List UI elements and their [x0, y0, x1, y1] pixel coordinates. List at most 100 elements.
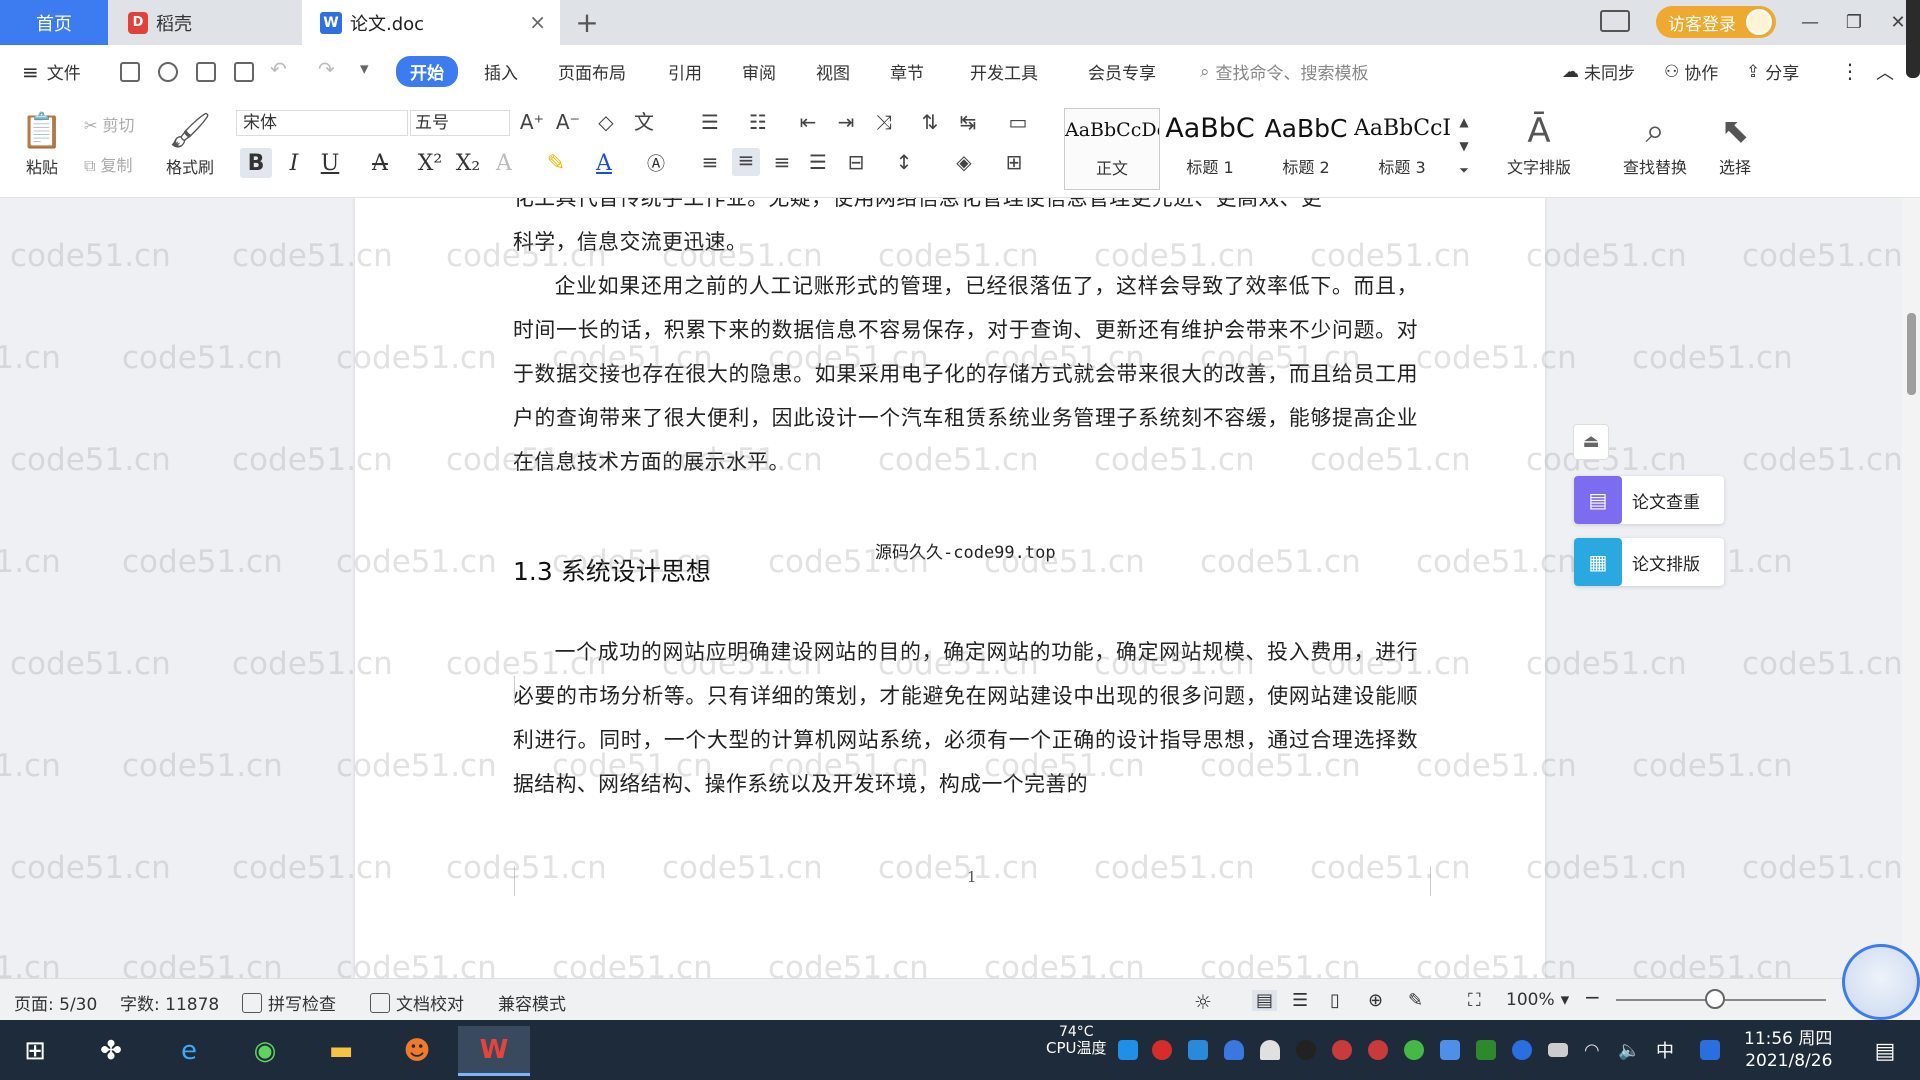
minimize-icon[interactable]: —	[1788, 12, 1832, 33]
tray-app-icon[interactable]	[1118, 1040, 1138, 1060]
thesis-check-button[interactable]: ▤ 论文查重	[1574, 476, 1724, 524]
text-effect-icon[interactable]: A	[488, 148, 520, 178]
cut-button[interactable]: ✂ 剪切	[84, 112, 135, 136]
tray-app-icon[interactable]	[1332, 1040, 1352, 1060]
fit-page-icon[interactable]: ⛶	[1468, 990, 1481, 1011]
shield-icon[interactable]	[1224, 1040, 1244, 1060]
menu-home[interactable]: 开始	[396, 56, 458, 87]
menu-page-layout[interactable]: 页面布局	[558, 59, 626, 84]
thesis-layout-button[interactable]: ▦ 论文排版	[1574, 538, 1724, 586]
style-heading-2[interactable]: AaBbC 标题 2	[1258, 108, 1354, 190]
tray-app-icon[interactable]	[1440, 1040, 1460, 1060]
fan-app-icon[interactable]: ✤	[86, 1026, 136, 1076]
restore-icon[interactable]: ❐	[1832, 12, 1876, 33]
pinyin-icon[interactable]: 文	[630, 110, 658, 134]
zoom-out-icon[interactable]: −	[1584, 985, 1601, 1009]
save-icon[interactable]	[120, 62, 140, 82]
bluetooth-icon[interactable]	[1512, 1040, 1532, 1060]
sync-button[interactable]: ☁ 未同步	[1562, 59, 1635, 85]
numbered-list-icon[interactable]: ☷	[744, 110, 772, 134]
distributed-icon[interactable]: ⊟	[842, 150, 870, 174]
format-painter-button[interactable]: 🖌 格式刷	[162, 108, 218, 178]
undo-icon[interactable]: ↶	[270, 57, 287, 81]
menu-references[interactable]: 引用	[668, 59, 702, 84]
print-preview-icon[interactable]	[234, 62, 254, 82]
page-view-icon[interactable]: ▤	[1252, 990, 1278, 1011]
word-count[interactable]: 字数: 11878	[120, 990, 219, 1015]
line-spacing-icon[interactable]: ↕	[890, 150, 918, 174]
tray-app-icon[interactable]	[1152, 1040, 1172, 1060]
redo-icon[interactable]: ↷	[318, 57, 335, 81]
find-replace-button[interactable]: ⌕ 查找替换	[1610, 108, 1700, 178]
italic-icon[interactable]: I	[278, 148, 310, 178]
tray-app-icon[interactable]	[1404, 1040, 1424, 1060]
superscript-icon[interactable]: X²	[414, 148, 446, 178]
increase-indent-icon[interactable]: ⇥	[832, 110, 860, 134]
styles-expand-icon[interactable]: ⏷	[1450, 158, 1478, 182]
outline-view-icon[interactable]: ☰	[1292, 990, 1308, 1011]
menu-review[interactable]: 审阅	[742, 59, 776, 84]
font-color-icon[interactable]: A	[588, 148, 620, 178]
text-direction-icon[interactable]: ⤨	[870, 110, 898, 134]
ruler-icon[interactable]: ▭	[1004, 110, 1032, 134]
wifi-icon[interactable]: ◠	[1584, 1040, 1604, 1061]
align-left-icon[interactable]: ≡	[696, 150, 724, 174]
font-size-select[interactable]: 五号	[410, 110, 510, 136]
file-explorer-icon[interactable]: ▬	[316, 1026, 366, 1076]
menu-member[interactable]: 会员专享	[1088, 59, 1156, 84]
bullet-list-icon[interactable]: ☰	[696, 110, 724, 134]
font-family-select[interactable]: 宋体	[236, 110, 408, 136]
input-method-indicator[interactable]: 中	[1656, 1037, 1676, 1062]
assistant-robot-icon[interactable]	[1842, 944, 1920, 1020]
align-right-icon[interactable]: ≡	[768, 150, 796, 174]
styles-scroll-down-icon[interactable]: ▼	[1450, 134, 1478, 158]
bell-icon[interactable]	[1260, 1040, 1280, 1060]
document-page[interactable]: 化工具代替传统手工作业。无疑，使用网络信息化管理使信息管理更先进、更高效、更 科…	[355, 198, 1545, 978]
tab-daoke[interactable]: D 稻壳	[110, 0, 302, 45]
vertical-scrollbar[interactable]	[1902, 198, 1920, 978]
volume-icon[interactable]: 🔈	[1618, 1040, 1640, 1061]
strikethrough-icon[interactable]: A	[364, 148, 396, 178]
eye-protect-icon[interactable]: ☼	[1194, 990, 1212, 1014]
system-clock[interactable]: 11:56 周四 2021/8/26	[1744, 1028, 1832, 1072]
decrease-font-icon[interactable]: A⁻	[554, 110, 582, 134]
doc-proof-button[interactable]: 文档校对	[370, 990, 464, 1015]
copy-button[interactable]: ⧉ 复制	[84, 152, 133, 176]
char-border-icon[interactable]: Ⓐ	[640, 148, 672, 178]
file-menu[interactable]: ≡ 文件	[22, 59, 81, 85]
print-icon[interactable]	[196, 62, 216, 82]
menu-view[interactable]: 视图	[816, 59, 850, 84]
select-button[interactable]: ⬉ 选择	[1710, 108, 1760, 178]
new-tab-icon[interactable]: +	[572, 6, 602, 39]
style-heading-1[interactable]: AaBbC 标题 1	[1160, 108, 1260, 190]
text-layout-button[interactable]: Ā 文字排版	[1494, 108, 1584, 178]
style-normal[interactable]: AaBbCcDd 正文	[1064, 108, 1160, 190]
page-indicator[interactable]: 页面: 5/30	[14, 990, 97, 1015]
spell-check-button[interactable]: 拼写检查	[242, 990, 336, 1015]
visitor-login-button[interactable]: 访客登录	[1656, 6, 1776, 38]
sort-icon[interactable]: ⇅	[916, 110, 944, 134]
collapse-ribbon-icon[interactable]: ︿	[1876, 59, 1894, 85]
tray-app-icon[interactable]	[1368, 1040, 1388, 1060]
qq-browser-tray-icon[interactable]	[1700, 1040, 1720, 1060]
wps-writer-icon[interactable]: W	[458, 1026, 530, 1076]
menu-developer[interactable]: 开发工具	[970, 59, 1038, 84]
subscript-icon[interactable]: X₂	[452, 148, 484, 178]
player-app-icon[interactable]: ☻	[392, 1026, 442, 1076]
quick-access-dropdown-icon[interactable]: ▾	[360, 59, 369, 79]
justify-icon[interactable]: ☰	[804, 150, 832, 174]
tab-document[interactable]: W 论文.doc ×	[302, 0, 560, 45]
clear-format-icon[interactable]: ◇	[592, 110, 620, 134]
tray-app-icon[interactable]	[1188, 1040, 1208, 1060]
zoom-slider-knob[interactable]	[1705, 989, 1725, 1009]
borders-icon[interactable]: ⊞	[1000, 150, 1028, 174]
battery-icon[interactable]	[1548, 1043, 1568, 1057]
ie-browser-icon[interactable]: e	[164, 1026, 214, 1076]
window-layout-icon[interactable]	[1600, 10, 1630, 32]
align-center-icon[interactable]: ≡	[732, 148, 760, 176]
nvidia-icon[interactable]	[1476, 1040, 1496, 1060]
share-button[interactable]: ⇪ 分享	[1746, 59, 1799, 85]
style-heading-3[interactable]: AaBbCcI 标题 3	[1354, 108, 1450, 190]
line-spacing-swap-icon[interactable]: ↹	[954, 110, 982, 134]
bold-icon[interactable]: B	[240, 148, 272, 178]
